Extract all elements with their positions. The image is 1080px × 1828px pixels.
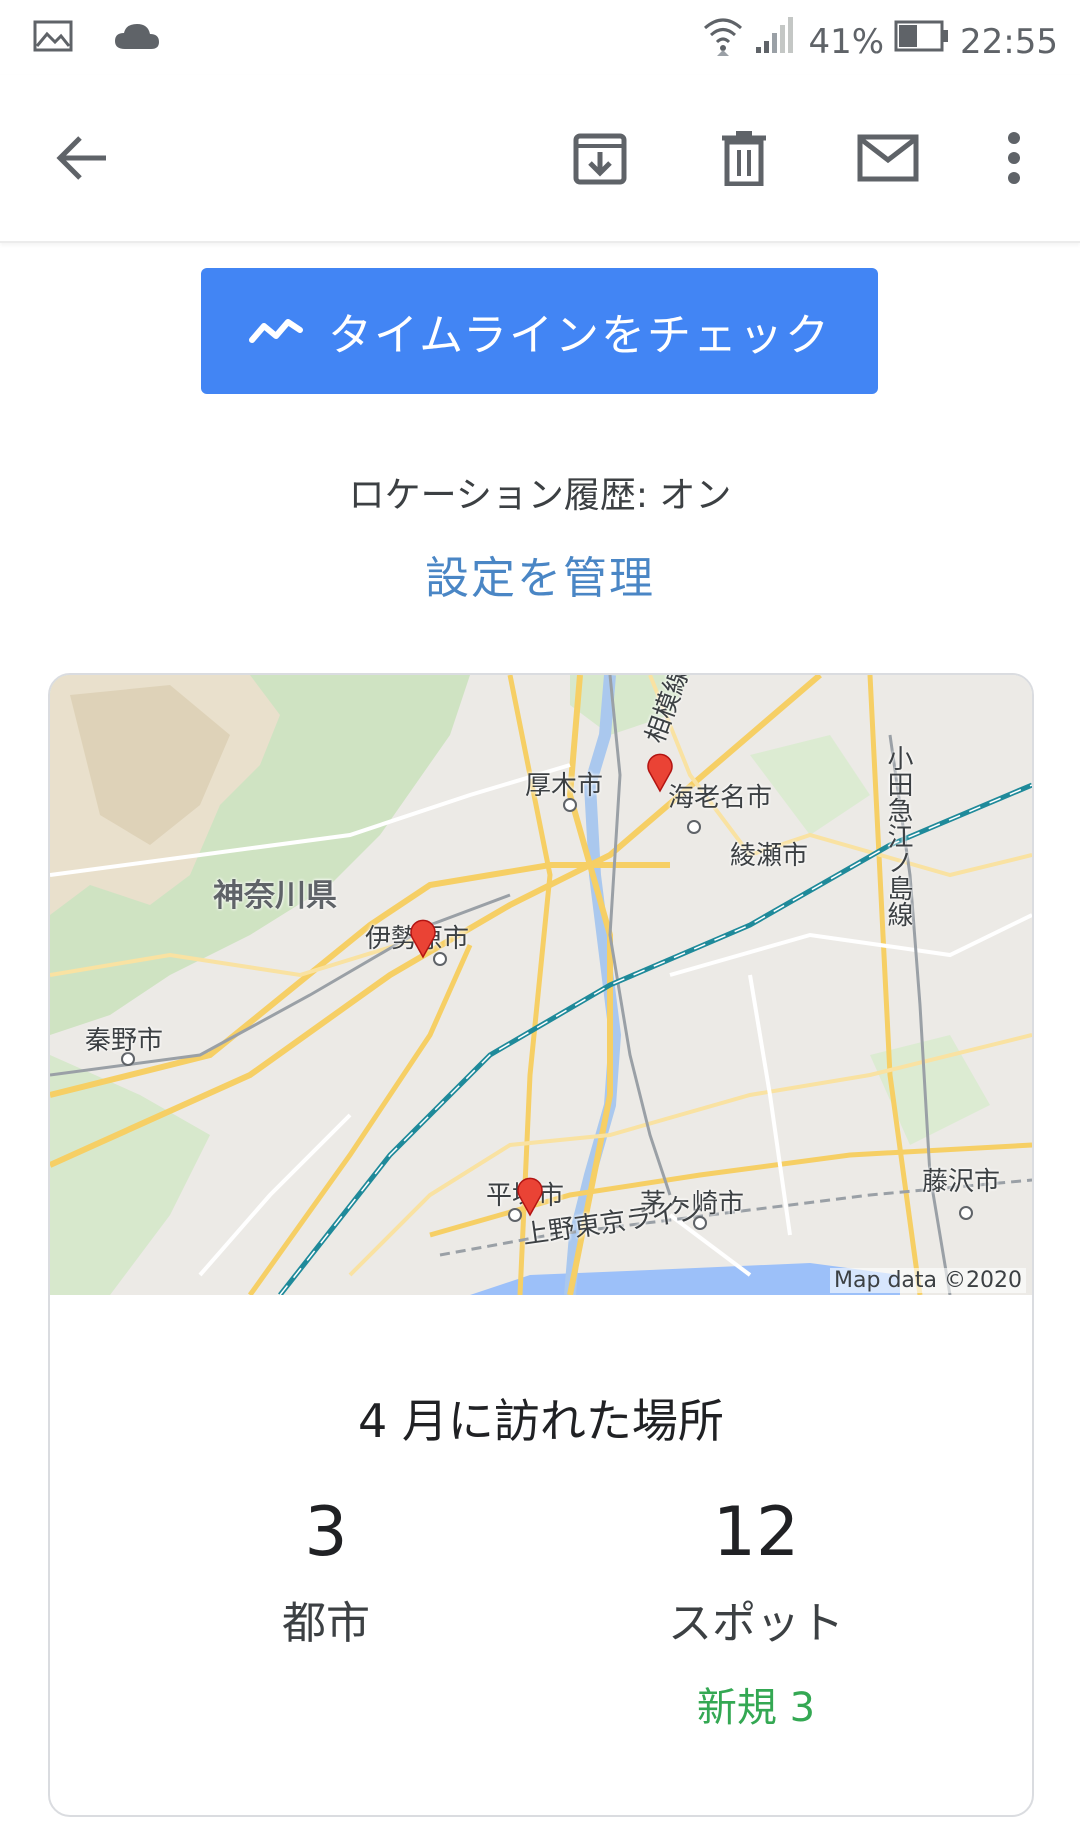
map-attribution: Map data ©2020: [830, 1268, 1026, 1293]
visited-places-card: 厚木市 海老名市 綾瀬市 神奈川県 伊勢原市 秦野市 平塚市 茅ヶ崎市 藤沢市 …: [48, 673, 1034, 1817]
battery-icon: [894, 18, 950, 66]
delete-icon: [720, 130, 768, 190]
cities-label: 都市: [282, 1598, 370, 1649]
mail-icon: [857, 134, 919, 186]
status-bar: 41% 22:55: [0, 0, 1080, 75]
battery-percent: 41%: [808, 21, 885, 62]
spots-count: 12: [712, 1493, 800, 1572]
delete-button[interactable]: [709, 125, 779, 195]
map-label-atsugi: 厚木市: [525, 771, 604, 801]
check-timeline-button[interactable]: タイムラインをチェック: [201, 268, 878, 394]
location-history-status: ロケーション履歴: オン: [348, 475, 732, 516]
more-options-button[interactable]: [979, 125, 1049, 195]
manage-settings-link[interactable]: 設定を管理: [0, 542, 1080, 606]
cities-count: 3: [304, 1493, 348, 1572]
mail-button[interactable]: [853, 125, 923, 195]
status-time: 22:55: [960, 21, 1058, 62]
back-button[interactable]: [47, 125, 117, 195]
wifi-icon: [702, 14, 744, 69]
archive-button[interactable]: [565, 125, 635, 195]
map-label-odakyu-enoshima: 小田急江ノ島線: [883, 745, 913, 927]
visited-places-title: 4 月に訪れた場所: [358, 1394, 724, 1448]
back-arrow-icon: [56, 135, 108, 185]
map-label-ayase: 綾瀬市: [730, 841, 809, 871]
signal-icon: [754, 15, 798, 68]
image-icon: [33, 20, 73, 56]
more-vert-icon: [1006, 131, 1022, 189]
archive-icon: [572, 130, 628, 190]
map-label-hadano: 秦野市: [85, 1026, 164, 1056]
map-label-ebina: 海老名市: [668, 783, 773, 813]
map-label-fujisawa: 藤沢市: [922, 1167, 1001, 1197]
spots-new-badge: 新規 3: [696, 1685, 816, 1731]
app-bar: [0, 75, 1080, 243]
cloud-icon: [113, 21, 161, 55]
check-timeline-label: タイムラインをチェック: [328, 310, 831, 361]
spots-label: スポット: [668, 1598, 844, 1649]
map-image[interactable]: 厚木市 海老名市 綾瀬市 神奈川県 伊勢原市 秦野市 平塚市 茅ヶ崎市 藤沢市 …: [50, 675, 1032, 1295]
map-label-kanagawa: 神奈川県: [213, 878, 337, 914]
timeline-icon: [248, 306, 304, 357]
